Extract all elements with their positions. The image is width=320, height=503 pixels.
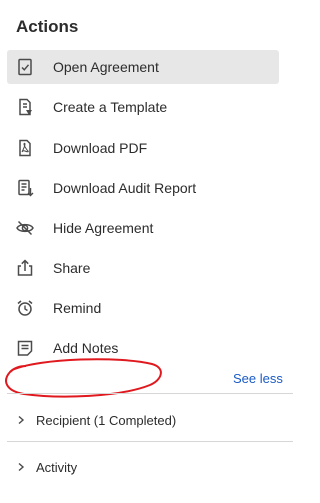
chevron-right-icon [16, 462, 26, 472]
see-less-link[interactable]: See less [233, 371, 283, 386]
divider [7, 441, 293, 442]
share-icon [15, 258, 35, 278]
action-label: Create a Template [53, 99, 168, 115]
action-label: Share [53, 260, 91, 276]
section-label: Recipient (1 Completed) [36, 412, 177, 428]
action-hide-agreement[interactable]: Hide Agreement [7, 211, 279, 245]
action-open-agreement[interactable]: Open Agreement [7, 50, 279, 84]
eye-slash-icon [15, 218, 35, 238]
section-activity[interactable]: Activity [16, 455, 77, 479]
pdf-icon [15, 138, 35, 158]
alarm-clock-icon [15, 298, 35, 318]
action-label: Hide Agreement [53, 220, 154, 236]
action-download-pdf[interactable]: Download PDF [7, 131, 279, 165]
section-recipient[interactable]: Recipient (1 Completed) [16, 408, 176, 432]
action-label: Download PDF [53, 140, 148, 156]
action-remind[interactable]: Remind [7, 291, 279, 325]
audit-report-icon [15, 178, 35, 198]
action-label: Add Notes [53, 340, 119, 356]
action-download-audit-report[interactable]: Download Audit Report [7, 171, 279, 205]
action-create-template[interactable]: Create a Template [7, 90, 279, 124]
template-icon [15, 97, 35, 117]
chevron-right-icon [16, 415, 26, 425]
action-label: Remind [53, 300, 102, 316]
open-agreement-icon [15, 57, 35, 77]
notes-icon [15, 338, 35, 358]
divider [7, 393, 293, 394]
action-label: Download Audit Report [53, 180, 197, 196]
section-label: Activity [36, 459, 78, 475]
action-label: Open Agreement [53, 59, 159, 75]
panel-title: Actions [16, 17, 79, 36]
action-add-notes[interactable]: Add Notes [7, 331, 279, 365]
action-share[interactable]: Share [7, 251, 279, 285]
